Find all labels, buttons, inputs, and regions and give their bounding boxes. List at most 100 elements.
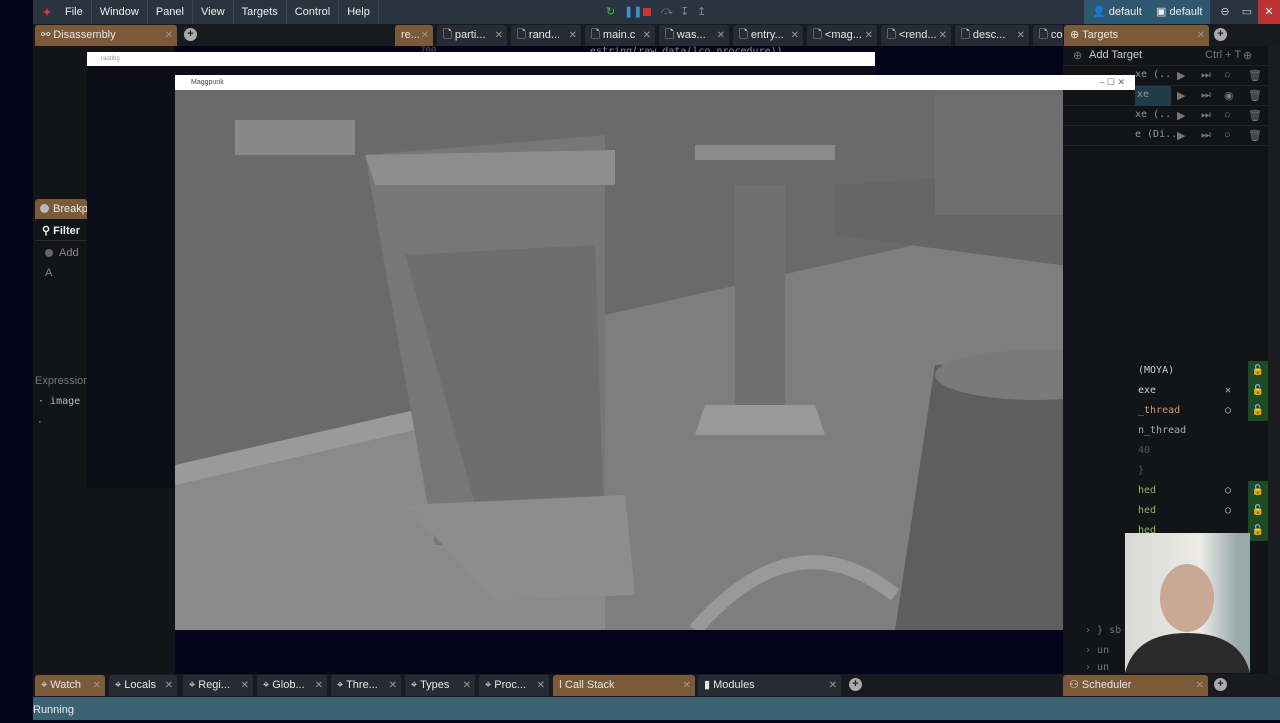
close-tab-icon[interactable]: ✕	[939, 25, 947, 46]
menu-panel[interactable]: Panel	[148, 0, 193, 24]
lock-icon[interactable]: 🔓	[1248, 521, 1268, 541]
play-icon[interactable]: ▶	[1177, 69, 1185, 82]
scrollbar[interactable]	[1268, 46, 1280, 674]
close-tab-icon[interactable]: ✕	[93, 675, 101, 696]
tab-globals[interactable]: ⌖ Glob... ✕	[257, 675, 327, 696]
close-tab-icon[interactable]: ✕	[717, 25, 725, 46]
trash-icon[interactable]: 🗑	[1248, 109, 1262, 122]
tab-source[interactable]: 🗋 co	[1033, 25, 1063, 46]
window-controls-icon[interactable]: – ☐ ✕	[1099, 75, 1125, 90]
close-tab-icon[interactable]: ✕	[165, 675, 173, 696]
menu-file[interactable]: File	[57, 0, 92, 24]
close-tab-icon[interactable]: ✕	[569, 25, 577, 46]
scheduler-row[interactable]: (MOYA) 🔓	[1135, 361, 1268, 381]
restart-icon[interactable]: ↻	[606, 5, 615, 18]
menu-view[interactable]: View	[193, 0, 234, 24]
tab-source[interactable]: 🗋 main.c ✕	[585, 25, 655, 46]
close-tab-icon[interactable]: ✕	[1017, 25, 1025, 46]
tab-types[interactable]: ⌖ Types ✕	[405, 675, 475, 696]
tab-source[interactable]: 🗋 <mag... ✕	[807, 25, 877, 46]
circle-icon[interactable]: ○	[1225, 481, 1231, 501]
minimize-icon[interactable]: ⊖	[1214, 0, 1236, 24]
tab-threads[interactable]: ⌖ Thre... ✕	[331, 675, 401, 696]
trash-icon[interactable]: 🗑	[1248, 89, 1262, 102]
trash-icon[interactable]: 🗑	[1248, 69, 1262, 82]
close-tab-icon[interactable]: ✕	[683, 675, 691, 696]
step-icon[interactable]: ⏭	[1201, 129, 1211, 142]
tab-source[interactable]: re... ✕	[395, 25, 433, 46]
close-tab-icon[interactable]: ✕	[389, 675, 397, 696]
play-icon[interactable]: ▶	[1177, 109, 1185, 122]
target-row[interactable]: e (Di.. ▶ ⏭ ○ 🗑	[1063, 126, 1268, 146]
add-icon[interactable]: ⊕	[1243, 49, 1252, 62]
tab-modules[interactable]: ▮ Modules ✕	[698, 675, 841, 696]
menu-window[interactable]: Window	[92, 0, 148, 24]
circle-icon[interactable]: ○	[1224, 129, 1231, 141]
add-breakpoint-button[interactable]: Add A	[35, 243, 87, 279]
close-tab-icon[interactable]: ✕	[421, 25, 429, 46]
stop-icon[interactable]	[643, 8, 651, 16]
play-icon[interactable]: ▶	[1177, 89, 1185, 102]
close-tab-icon[interactable]: ✕	[829, 675, 837, 696]
lock-icon[interactable]: 🔓	[1248, 501, 1268, 521]
tab-source[interactable]: 🗋 entry... ✕	[733, 25, 803, 46]
close-tab-icon[interactable]: ✕	[315, 675, 323, 696]
menu-help[interactable]: Help	[339, 0, 379, 24]
add-tab-icon[interactable]: +	[1214, 678, 1227, 691]
trash-icon[interactable]: 🗑	[1248, 129, 1262, 142]
menu-control[interactable]: Control	[287, 0, 340, 24]
close-tab-icon[interactable]: ✕	[463, 675, 471, 696]
pause-icon[interactable]: ❚❚	[624, 5, 642, 18]
add-tab-icon[interactable]: +	[849, 678, 862, 691]
scheduler-lower-row[interactable]: › un	[1085, 645, 1109, 656]
add-target-button[interactable]: ⊕ Add Target Ctrl + T ⊕	[1063, 46, 1268, 66]
scheduler-row[interactable]: exe ✕ 🔓	[1135, 381, 1268, 401]
tab-procedures[interactable]: ⌖ Proc... ✕	[479, 675, 549, 696]
tab-breakpoints[interactable]: Breakp	[35, 199, 88, 219]
game-window[interactable]: Maggpunk – ☐ ✕	[175, 75, 1135, 630]
scheduler-lower-row[interactable]: › un	[1085, 662, 1109, 673]
close-tab-icon[interactable]: ✕	[865, 25, 873, 46]
filter-input[interactable]: ⚲ Filter	[35, 221, 87, 241]
radio-selected-icon[interactable]: ◉	[1224, 89, 1234, 102]
close-icon[interactable]: ✕	[1258, 0, 1280, 24]
scheduler-lower-row[interactable]: › } sb	[1085, 625, 1121, 636]
close-icon[interactable]: ✕	[1225, 381, 1231, 401]
tab-registers[interactable]: ⌖ Regi... ✕	[183, 675, 253, 696]
scheduler-row[interactable]: 40	[1135, 441, 1268, 461]
close-tab-icon[interactable]: ✕	[495, 25, 503, 46]
close-tab-icon[interactable]: ✕	[1197, 25, 1205, 46]
step-icon[interactable]: ⏭	[1201, 69, 1211, 82]
lock-icon[interactable]: 🔓	[1248, 481, 1268, 501]
circle-icon[interactable]: ○	[1224, 69, 1231, 81]
close-tab-icon[interactable]: ✕	[165, 25, 173, 46]
close-tab-icon[interactable]: ✕	[537, 675, 545, 696]
add-tab-icon[interactable]: +	[184, 28, 197, 41]
lock-icon[interactable]: 🔓	[1248, 381, 1268, 401]
scheduler-row[interactable]: hed ○ 🔓	[1135, 501, 1268, 521]
tab-watch[interactable]: ⌖ Watch ✕	[35, 675, 105, 696]
tab-call-stack[interactable]: ǀ Call Stack ✕	[553, 675, 695, 696]
step-into-icon[interactable]: ↧	[680, 5, 689, 18]
tab-source[interactable]: 🗋 rand... ✕	[511, 25, 581, 46]
close-tab-icon[interactable]: ✕	[1196, 675, 1204, 696]
tab-source[interactable]: 🗋 desc... ✕	[955, 25, 1029, 46]
close-tab-icon[interactable]: ✕	[643, 25, 651, 46]
project-profile-button[interactable]: ▣ default	[1148, 0, 1211, 24]
user-profile-button[interactable]: 👤 default	[1084, 0, 1150, 24]
close-tab-icon[interactable]: ✕	[241, 675, 249, 696]
step-icon[interactable]: ⏭	[1201, 89, 1211, 102]
tab-source[interactable]: 🗋 parti... ✕	[437, 25, 507, 46]
menu-targets[interactable]: Targets	[234, 0, 287, 24]
lock-icon[interactable]: 🔓	[1248, 361, 1268, 381]
add-tab-icon[interactable]: +	[1214, 28, 1227, 41]
lock-icon[interactable]: 🔓	[1248, 401, 1268, 421]
tab-locals[interactable]: ⌖ Locals ✕	[109, 675, 177, 696]
circle-icon[interactable]: ○	[1225, 401, 1231, 421]
scheduler-row[interactable]: n_thread	[1135, 421, 1268, 441]
scheduler-row[interactable]: _thread ○ 🔓	[1135, 401, 1268, 421]
step-icon[interactable]: ⏭	[1201, 109, 1211, 122]
tab-targets[interactable]: ⊕ Targets ✕	[1064, 25, 1209, 46]
scheduler-row[interactable]: }	[1135, 461, 1268, 481]
maximize-icon[interactable]: ▭	[1236, 0, 1258, 24]
